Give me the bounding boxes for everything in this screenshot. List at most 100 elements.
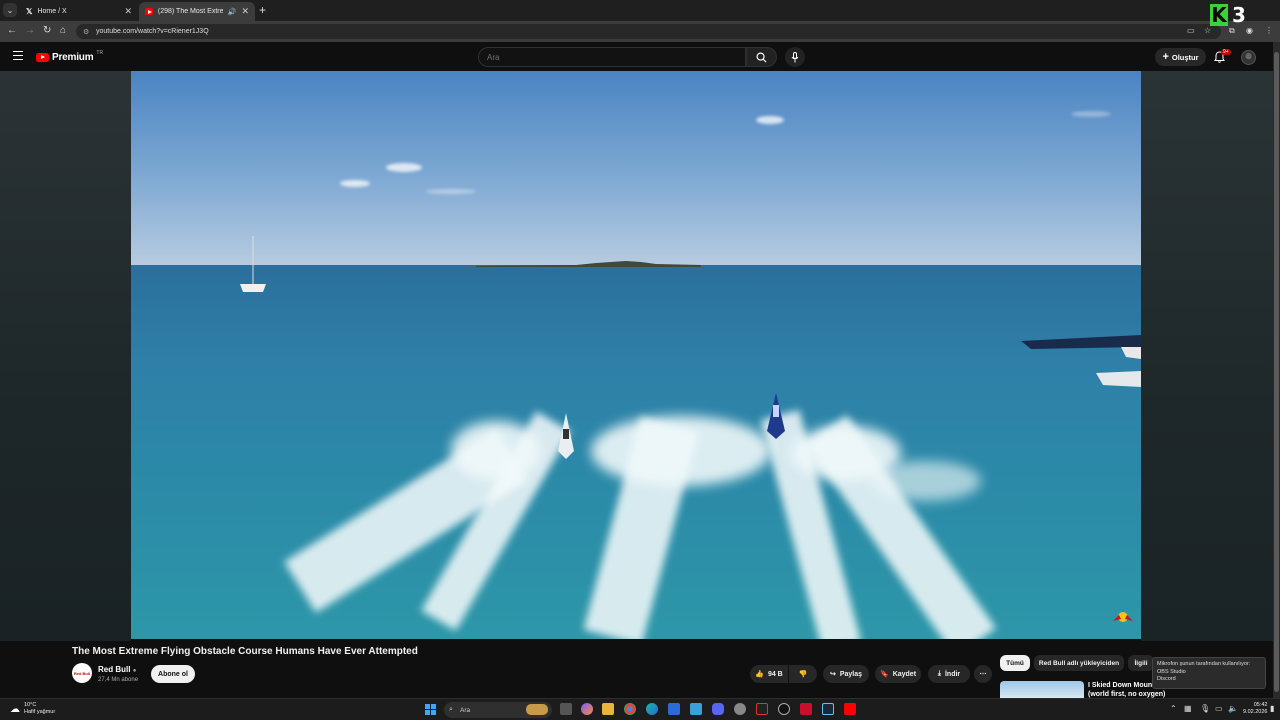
water-spray (871, 461, 981, 501)
new-tab-button[interactable]: + (259, 3, 266, 17)
red-bull-watermark-icon (1113, 612, 1133, 622)
youtube-masthead: Premium TR + Oluştur 9+ (0, 42, 1280, 71)
plus-icon: + (1162, 51, 1169, 63)
clock-date: 9.02.2026 (1243, 709, 1268, 715)
share-button[interactable]: ↪ Paylaş (823, 665, 869, 683)
water-spray (451, 421, 541, 481)
create-button[interactable]: + Oluştur (1155, 48, 1206, 66)
dislike-button[interactable]: 👎 (789, 665, 817, 683)
steam-icon[interactable] (822, 703, 834, 715)
notification-center-icon[interactable]: ▮ (1270, 704, 1274, 713)
windows-start-icon[interactable] (425, 704, 436, 715)
filter-chip-all[interactable]: Tümü (1000, 655, 1030, 671)
settings-gear-icon[interactable] (734, 703, 746, 715)
more-actions-button[interactable]: ⋯ (974, 665, 992, 683)
share-icon: ↪ (829, 671, 836, 678)
bookmark-star-icon[interactable]: ☆ (1204, 26, 1211, 35)
weather-widget[interactable]: ☁ 10°C Hafif yağmur (10, 702, 55, 716)
thumbs-up-icon: 👍 (755, 671, 764, 678)
reload-icon[interactable]: ↻ (43, 25, 51, 36)
close-tab-icon[interactable]: ✕ (241, 6, 249, 17)
copilot-icon[interactable] (581, 703, 593, 715)
youtube-favicon-icon (145, 8, 153, 15)
scrollbar-thumb[interactable] (1274, 52, 1279, 692)
tab-search-button[interactable]: ⌄ (3, 3, 17, 17)
store-icon[interactable] (668, 703, 680, 715)
video-player[interactable] (131, 71, 1141, 639)
cloud (386, 163, 422, 172)
edge-icon[interactable] (646, 703, 658, 715)
channel-avatar[interactable]: Red Bull (72, 663, 92, 683)
voice-search-button[interactable] (785, 47, 805, 67)
audio-playing-icon[interactable]: 🔊 (228, 8, 237, 16)
cast-icon[interactable]: ▭ (1187, 26, 1195, 35)
save-label: Kaydet (892, 670, 917, 678)
tooltip-line: Discord (1157, 676, 1176, 682)
forward-icon[interactable]: → (25, 25, 35, 36)
water-spray (591, 416, 771, 486)
video-title: The Most Extreme Flying Obstacle Course … (72, 646, 418, 657)
taskbar-search-placeholder: Ara (460, 706, 471, 714)
filter-chip-related[interactable]: İlgili (1128, 655, 1154, 671)
system-clock[interactable]: 05:42 9.02.2026 (1243, 702, 1267, 716)
stream-overlay-logo: K 3 (1210, 3, 1246, 27)
like-button[interactable]: 👍 94 B (750, 665, 788, 683)
jet-ski-right (767, 393, 785, 439)
youtube-premium-logo[interactable]: Premium TR (36, 50, 103, 63)
download-label: İndir (944, 670, 961, 678)
app-icon[interactable] (690, 703, 702, 715)
more-horizontal-icon: ⋯ (979, 671, 987, 678)
network-icon[interactable]: ▭ (1215, 704, 1223, 713)
browser-tab-youtube[interactable]: (298) The Most Extreme Fly 🔊 ✕ (139, 2, 255, 21)
riot-client-icon[interactable] (800, 703, 812, 715)
file-explorer-icon[interactable] (602, 703, 614, 715)
app-icon[interactable] (756, 703, 768, 715)
verified-badge-icon: ● (132, 668, 137, 674)
subscribe-button[interactable]: Abone ol (151, 665, 195, 683)
discord-icon[interactable] (712, 703, 724, 715)
channel-name[interactable]: Red Bull ● (98, 665, 136, 674)
channel-name-text: Red Bull (98, 665, 131, 674)
tab-title: (298) The Most Extreme Fly (157, 8, 223, 15)
logo-text: Premium (52, 52, 94, 63)
obs-studio-icon[interactable] (778, 703, 790, 715)
recommended-video-thumbnail[interactable] (1000, 681, 1084, 698)
tray-chevron-icon[interactable]: ⌃ (1170, 704, 1177, 713)
home-icon[interactable]: ⌂ (60, 25, 66, 36)
microphone-usage-tooltip: Mikrofon şunun tarafından kullanılıyor: … (1152, 657, 1266, 689)
microphone-tray-icon[interactable]: 🎙 (1200, 704, 1210, 713)
taskbar-search[interactable]: ⌕ Ara (444, 702, 552, 718)
profile-icon[interactable]: ◉ (1246, 26, 1253, 35)
browser-tab-x[interactable]: 𝕏 Home / X ✕ (20, 2, 138, 21)
ambient-mode-glow-right (1141, 71, 1274, 641)
site-info-icon[interactable]: ⚙ (83, 28, 89, 36)
volume-icon[interactable]: 🔈 (1228, 704, 1238, 713)
save-button[interactable]: 🔖 Kaydet (875, 665, 921, 683)
task-view-icon[interactable] (560, 703, 572, 715)
browser-tab-strip: ⌄ 𝕏 Home / X ✕ (298) The Most Extreme Fl… (0, 0, 1280, 21)
back-icon[interactable]: ← (7, 25, 17, 36)
browser-menu-icon[interactable]: ⋮ (1265, 26, 1273, 35)
search-icon (756, 52, 767, 63)
ambient-mode-glow-left (0, 71, 131, 641)
user-avatar[interactable] (1241, 50, 1256, 65)
filter-chip-channel[interactable]: Red Bull adlı yükleyiciden (1034, 655, 1124, 671)
close-tab-icon[interactable]: ✕ (124, 6, 132, 17)
tab-title: Home / X (37, 8, 67, 15)
create-label: Oluştur (1171, 52, 1199, 62)
cloud (426, 189, 476, 194)
like-count: 94 B (767, 670, 783, 678)
extensions-icon[interactable]: ⧉ (1229, 26, 1235, 36)
search-button[interactable] (746, 47, 777, 67)
island (476, 261, 701, 267)
search-highlight-icon (526, 704, 548, 715)
search-input[interactable] (478, 47, 746, 67)
address-bar[interactable]: ⚙ youtube.com/watch?v=cRiener1J3Q (76, 24, 1221, 39)
menu-icon[interactable] (13, 51, 23, 62)
tray-app-icon[interactable]: ▦ (1184, 704, 1192, 713)
channel-avatar-text: Red Bull (73, 670, 91, 676)
youtube-app-icon[interactable] (844, 703, 856, 715)
chrome-icon[interactable] (624, 703, 636, 715)
cloud (340, 180, 370, 187)
download-button[interactable]: ⤓ İndir (928, 665, 970, 683)
